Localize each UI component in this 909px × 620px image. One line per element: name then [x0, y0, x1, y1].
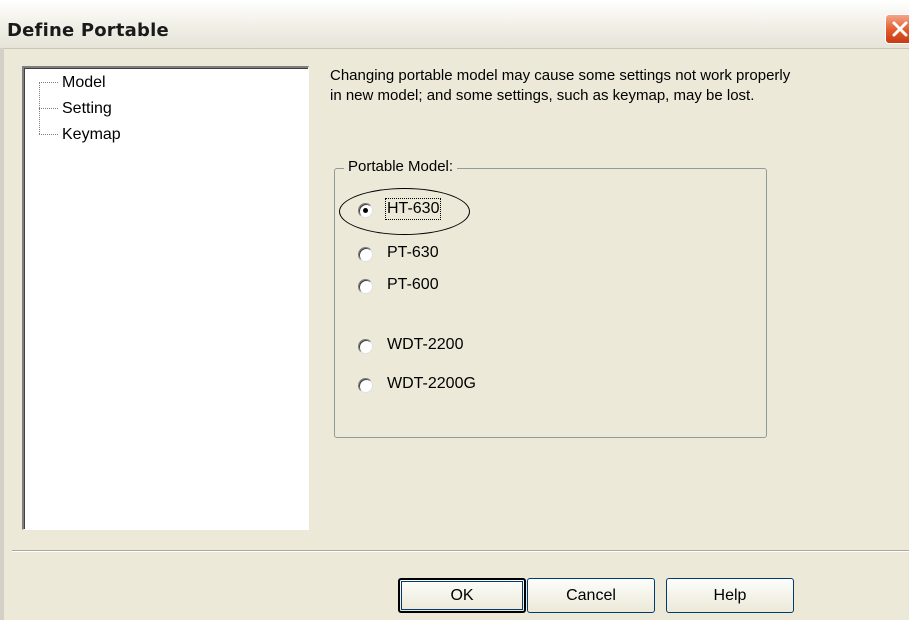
radio-wdt-2200g[interactable]: WDT-2200G [358, 373, 558, 399]
window-title: Define Portable [7, 20, 169, 41]
radio-label: WDT-2200 [387, 336, 464, 353]
tree-item-label: Keymap [62, 126, 121, 143]
cancel-button[interactable]: Cancel [527, 578, 655, 613]
description-line: Changing portable model may cause some s… [330, 67, 791, 84]
tree-item-label: Setting [62, 100, 112, 117]
radio-label: HT-630 [384, 198, 442, 220]
tree-item-keymap[interactable]: Keymap [24, 124, 224, 148]
title-bar[interactable]: Define Portable [0, 0, 909, 49]
close-icon [892, 21, 908, 37]
radio-unchecked-icon [358, 279, 373, 294]
help-button[interactable]: Help [666, 578, 794, 613]
radio-ht-630[interactable]: HT-630 [358, 198, 558, 224]
radio-unchecked-icon [358, 378, 373, 393]
ok-button[interactable]: OK [398, 578, 526, 613]
warning-description: Changing portable model may cause some s… [330, 66, 890, 106]
window-border [0, 48, 4, 620]
tree-item-label: Model [62, 74, 106, 91]
radio-label: PT-630 [387, 244, 439, 261]
settings-tree[interactable]: Model Setting Keymap [22, 66, 309, 530]
tree-item-setting[interactable]: Setting [24, 98, 224, 122]
radio-label: WDT-2200G [387, 375, 476, 392]
radio-unchecked-icon [358, 339, 373, 354]
radio-wdt-2200[interactable]: WDT-2200 [358, 334, 558, 360]
radio-unchecked-icon [358, 247, 373, 262]
define-portable-dialog: Define Portable Model Setting Keymap Cha… [0, 0, 909, 620]
button-separator [12, 550, 909, 552]
radio-pt-630[interactable]: PT-630 [358, 242, 558, 268]
radio-label: PT-600 [387, 276, 439, 293]
radio-pt-600[interactable]: PT-600 [358, 274, 558, 300]
close-button[interactable] [885, 14, 909, 44]
portable-model-group-label: Portable Model: [344, 158, 458, 175]
tree-item-model[interactable]: Model [24, 72, 224, 96]
description-line: in new model; and some settings, such as… [330, 87, 755, 104]
radio-checked-icon [358, 203, 373, 218]
